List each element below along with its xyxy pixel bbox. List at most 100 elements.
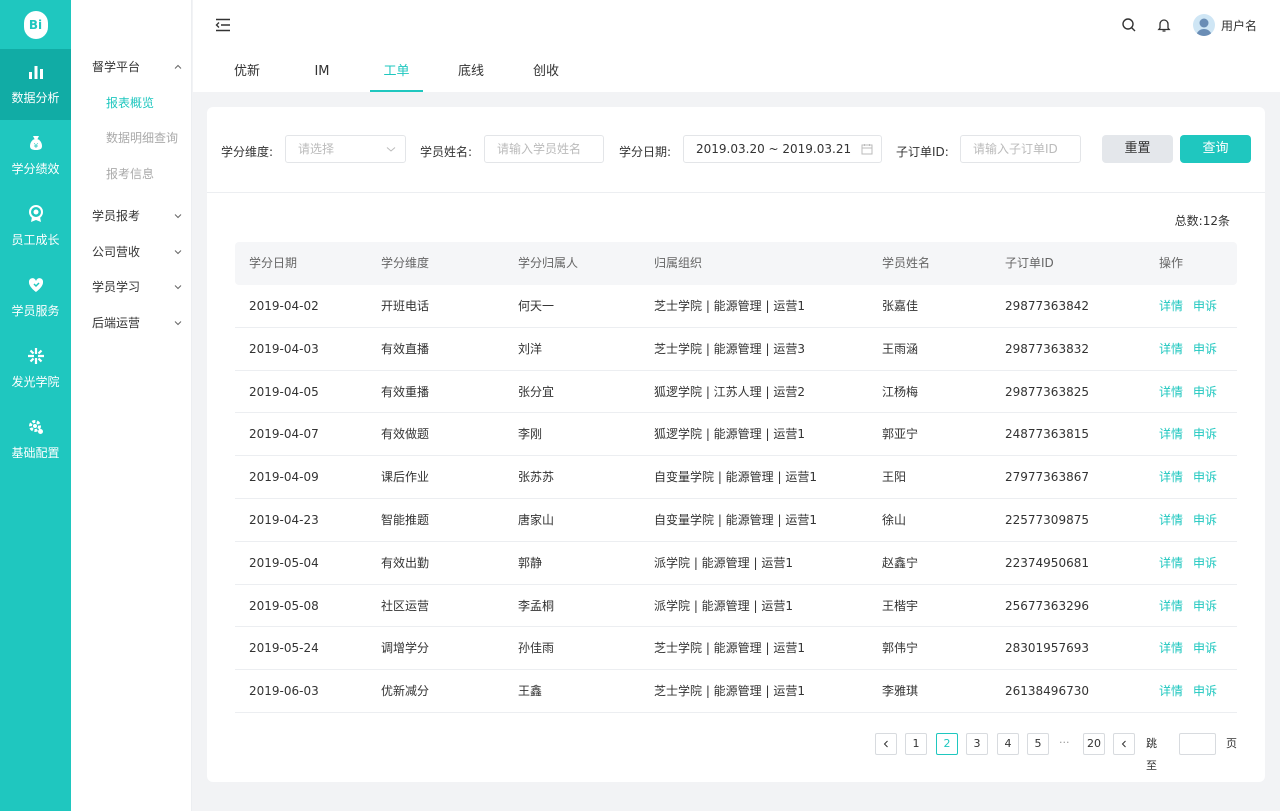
appeal-link[interactable]: 申诉 xyxy=(1193,285,1217,327)
rail-item-glow-academy[interactable]: 发光学院 xyxy=(0,333,71,404)
table-cell: 李孟桐 xyxy=(518,598,555,613)
appeal-link[interactable]: 申诉 xyxy=(1193,499,1217,541)
next-page-button[interactable] xyxy=(1113,733,1135,755)
dimension-select-placeholder: 请选择 xyxy=(298,142,335,156)
credit-date-label: 学分日期: xyxy=(619,145,672,159)
appeal-link[interactable]: 申诉 xyxy=(1193,670,1217,712)
table-body: 2019-04-02 开班电话 何天一 芝士学院 | 能源管理 | 运营1 张嘉佳 298… xyxy=(235,285,1237,713)
table-cell: 29877363825 xyxy=(1005,384,1089,399)
page-button-last[interactable]: 20 xyxy=(1083,733,1105,755)
sub-order-id-input[interactable]: 请输入子订单ID xyxy=(960,135,1081,163)
column-header: 学分归属人 xyxy=(518,256,579,270)
detail-link[interactable]: 详情 xyxy=(1159,456,1183,498)
detail-link[interactable]: 详情 xyxy=(1159,413,1183,455)
table-row: 2019-05-04 有效出勤 郭静 派学院 | 能源管理 | 运营1 赵鑫宁 22374… xyxy=(235,542,1237,585)
jump-page-input[interactable] xyxy=(1179,733,1216,755)
search-icon[interactable] xyxy=(1121,17,1137,33)
chevron-left-icon xyxy=(1121,740,1126,748)
menu-group-company-revenue[interactable]: 公司营收 xyxy=(92,243,182,260)
rail-item-data-analysis[interactable]: 数据分析 xyxy=(0,49,71,120)
reset-button[interactable]: 重置 xyxy=(1102,135,1173,163)
menu-group-student-learning[interactable]: 学员学习 xyxy=(92,278,182,295)
page-suffix-label: 页 xyxy=(1226,737,1237,750)
table-cell: 芝士学院 | 能源管理 | 运营1 xyxy=(654,641,805,656)
date-range-picker[interactable]: 2019.03.20 ~ 2019.03.21 xyxy=(683,135,882,163)
appeal-link[interactable]: 申诉 xyxy=(1193,585,1217,627)
detail-link[interactable]: 详情 xyxy=(1159,585,1183,627)
rail-item-base-config[interactable]: 基础配置 xyxy=(0,404,71,475)
money-bag-icon: ¥ xyxy=(27,134,45,152)
appeal-link[interactable]: 申诉 xyxy=(1193,456,1217,498)
tab-youxin[interactable]: 优新 xyxy=(224,58,270,92)
results-table: 学分日期 学分维度 学分归属人 归属组织 学员姓名 子订单ID 操作 2019-… xyxy=(235,242,1237,713)
student-name-placeholder: 请输入学员姓名 xyxy=(497,142,582,156)
tab-work-order[interactable]: 工单 xyxy=(370,58,423,92)
menu-group-backend-ops[interactable]: 后端运营 xyxy=(92,314,182,331)
detail-link[interactable]: 详情 xyxy=(1159,499,1183,541)
detail-link[interactable]: 详情 xyxy=(1159,542,1183,584)
app-logo[interactable]: Bi xyxy=(0,0,71,49)
page-button[interactable]: 1 xyxy=(905,733,927,755)
appeal-link[interactable]: 申诉 xyxy=(1193,627,1217,669)
table-cell: 2019-04-09 xyxy=(249,470,319,485)
table-cell: 29877363832 xyxy=(1005,341,1089,356)
table-cell: 有效做题 xyxy=(381,427,430,442)
table-cell: 张分宜 xyxy=(518,384,555,399)
page-button[interactable]: 3 xyxy=(966,733,988,755)
table-cell: 郭亚宁 xyxy=(882,427,919,442)
table-cell: 狐逻学院 | 江苏人理 | 运营2 xyxy=(654,384,805,399)
menu-item-report-overview[interactable]: 报表概览 xyxy=(106,94,154,111)
detail-link[interactable]: 详情 xyxy=(1159,371,1183,413)
rail-item-credit-performance[interactable]: ¥ 学分绩效 xyxy=(0,120,71,191)
menu-group-supervision[interactable]: 督学平台 xyxy=(92,58,182,75)
page-button[interactable]: 5 xyxy=(1027,733,1049,755)
page-button[interactable]: 4 xyxy=(997,733,1019,755)
appeal-link[interactable]: 申诉 xyxy=(1193,542,1217,584)
table-cell: 22577309875 xyxy=(1005,512,1089,527)
tab-baseline[interactable]: 底线 xyxy=(448,58,494,92)
table-cell: 何天一 xyxy=(518,299,555,313)
avatar[interactable] xyxy=(1193,14,1215,36)
menu-item-exam-info[interactable]: 报考信息 xyxy=(106,165,154,182)
menu-group-label: 后端运营 xyxy=(92,316,141,330)
table-cell: 有效出勤 xyxy=(381,555,430,570)
bell-icon[interactable] xyxy=(1156,17,1172,33)
table-cell: 王阳 xyxy=(882,470,907,485)
jump-to-label: 跳至 xyxy=(1146,737,1157,772)
table-cell: 28301957693 xyxy=(1005,641,1089,656)
table-cell: 徐山 xyxy=(882,512,907,527)
tab-revenue[interactable]: 创收 xyxy=(523,58,569,92)
table-row: 2019-06-03 优新减分 王鑫 芝士学院 | 能源管理 | 运营1 李雅琪 2613… xyxy=(235,670,1237,713)
prev-page-button[interactable] xyxy=(875,733,897,755)
username[interactable]: 用户名 xyxy=(1221,17,1257,34)
detail-link[interactable]: 详情 xyxy=(1159,328,1183,370)
appeal-link[interactable]: 申诉 xyxy=(1193,413,1217,455)
rail-item-student-service[interactable]: 学员服务 xyxy=(0,262,71,333)
tab-im[interactable]: IM xyxy=(299,58,345,92)
page-button-current[interactable]: 2 xyxy=(936,733,958,755)
detail-link[interactable]: 详情 xyxy=(1159,670,1183,712)
menu-item-data-detail-query[interactable]: 数据明细查询 xyxy=(106,129,178,146)
rail-item-employee-growth[interactable]: 员工成长 xyxy=(0,191,71,262)
table-cell: 2019-04-07 xyxy=(249,427,319,442)
detail-link[interactable]: 详情 xyxy=(1159,627,1183,669)
student-name-input[interactable]: 请输入学员姓名 xyxy=(484,135,604,163)
appeal-link[interactable]: 申诉 xyxy=(1193,328,1217,370)
collapse-menu-icon[interactable] xyxy=(215,18,231,32)
rail-item-label: 基础配置 xyxy=(11,446,60,460)
table-cell: 派学院 | 能源管理 | 运营1 xyxy=(654,555,793,570)
sub-order-id-placeholder: 请输入子订单ID xyxy=(973,142,1058,156)
detail-link[interactable]: 详情 xyxy=(1159,285,1183,327)
sparkle-icon xyxy=(27,347,45,365)
table-cell: 2019-05-04 xyxy=(249,555,319,570)
menu-group-student-exam[interactable]: 学员报考 xyxy=(92,207,182,224)
appeal-link[interactable]: 申诉 xyxy=(1193,371,1217,413)
column-header: 学分维度 xyxy=(381,256,430,270)
query-button[interactable]: 查询 xyxy=(1180,135,1251,163)
table-cell: 自变量学院 | 能源管理 | 运营1 xyxy=(654,512,817,527)
dimension-select[interactable]: 请选择 xyxy=(285,135,406,163)
table-cell: 24877363815 xyxy=(1005,427,1089,442)
chevron-left-icon xyxy=(883,740,888,748)
menu-group-label: 公司营收 xyxy=(92,245,141,259)
table-cell: 29877363842 xyxy=(1005,299,1089,313)
